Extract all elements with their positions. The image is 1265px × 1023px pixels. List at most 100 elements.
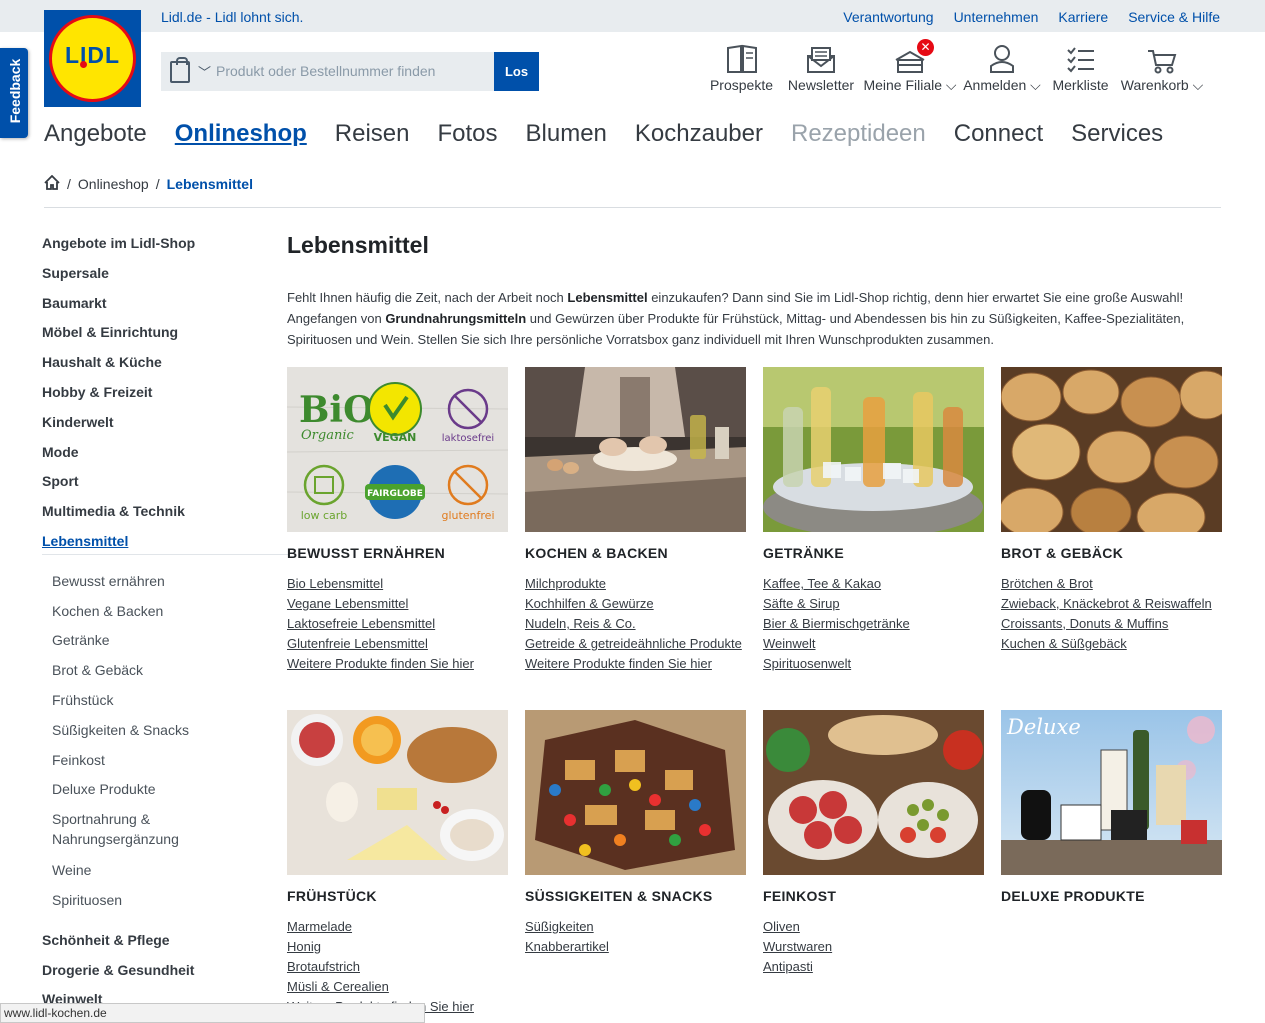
- top-link-karriere[interactable]: Karriere: [1058, 9, 1108, 25]
- shopping-bag-icon[interactable]: [170, 57, 190, 83]
- sidebar-item-multimedia[interactable]: Multimedia & Technik: [42, 501, 258, 531]
- list-item: Milchprodukte: [525, 574, 746, 594]
- sidebar-item-hobby[interactable]: Hobby & Freizeit: [42, 382, 258, 412]
- sidebar-item-baumarkt[interactable]: Baumarkt: [42, 293, 258, 323]
- sidebar-sub-weine[interactable]: Weine: [52, 860, 258, 890]
- drinks-image[interactable]: [763, 367, 984, 532]
- search-input[interactable]: [216, 56, 486, 86]
- anmelden-button[interactable]: Anmelden ⌵: [961, 40, 1043, 94]
- category-link[interactable]: Spirituosenwelt: [763, 656, 851, 671]
- category-link[interactable]: Bio Lebensmittel: [287, 576, 383, 591]
- category-link[interactable]: Säfte & Sirup: [763, 596, 840, 611]
- sidebar-sub-kochen[interactable]: Kochen & Backen: [52, 601, 258, 631]
- category-title: DELUXE PRODUKTE: [1001, 888, 1145, 904]
- sidebar-item-mode[interactable]: Mode: [42, 442, 258, 472]
- nav-reisen[interactable]: Reisen: [335, 120, 410, 148]
- list-item: Knabberartikel: [525, 937, 746, 957]
- sidebar-sub-sportnahrung[interactable]: Sportnahrung & Nahrungsergänzung: [52, 809, 192, 860]
- lidl-logo[interactable]: LIDL: [44, 10, 141, 107]
- category-link[interactable]: Milchprodukte: [525, 576, 606, 591]
- category-link[interactable]: Brötchen & Brot: [1001, 576, 1093, 591]
- category-link[interactable]: Marmelade: [287, 919, 352, 934]
- category-link[interactable]: Glutenfreie Lebensmittel: [287, 636, 428, 651]
- breadcrumb-onlineshop[interactable]: Onlineshop: [78, 176, 149, 192]
- baking-image[interactable]: [525, 367, 746, 532]
- nav-onlineshop[interactable]: Onlineshop: [175, 120, 307, 148]
- nav-angebote[interactable]: Angebote: [44, 120, 147, 148]
- category-link[interactable]: Süßigkeiten: [525, 919, 594, 934]
- category-title: SÜSSIGKEITEN & SNACKS: [525, 888, 713, 904]
- diet-labels-image[interactable]: BiO Organic VEGAN laktosefrei low carb F…: [287, 367, 508, 532]
- sidebar-item-schoenheit[interactable]: Schönheit & Pflege: [42, 930, 258, 960]
- home-icon[interactable]: [44, 174, 60, 193]
- list-item: Nudeln, Reis & Co.: [525, 614, 746, 634]
- chevron-down-icon[interactable]: ﹀: [198, 62, 211, 81]
- sidebar-sub-suessigkeiten[interactable]: Süßigkeiten & Snacks: [52, 720, 258, 750]
- nav-blumen[interactable]: Blumen: [526, 120, 607, 148]
- sidebar-item-supersale[interactable]: Supersale: [42, 263, 258, 293]
- bread-image[interactable]: [1001, 367, 1222, 532]
- meine-filiale-button[interactable]: ✕ Meine Filiale ⌵: [859, 39, 961, 94]
- nav-fotos[interactable]: Fotos: [437, 120, 497, 148]
- sidebar-item-moebel[interactable]: Möbel & Einrichtung: [42, 322, 258, 352]
- prospekte-button[interactable]: Prospekte: [700, 40, 783, 94]
- category-link[interactable]: Bier & Biermischgetränke: [763, 616, 910, 631]
- nav-connect[interactable]: Connect: [954, 120, 1043, 148]
- category-link[interactable]: Zwieback, Knäckebrot & Reiswaffeln: [1001, 596, 1212, 611]
- sidebar-item-drogerie[interactable]: Drogerie & Gesundheit: [42, 960, 258, 990]
- warenkorb-button[interactable]: Warenkorb ⌵: [1118, 40, 1206, 94]
- category-link[interactable]: Nudeln, Reis & Co.: [525, 616, 636, 631]
- breakfast-image[interactable]: [287, 710, 508, 875]
- sidebar-sub-spirituosen[interactable]: Spirituosen: [52, 890, 258, 920]
- deli-image[interactable]: [763, 710, 984, 875]
- sweets-image[interactable]: [525, 710, 746, 875]
- category-link[interactable]: Laktosefreie Lebensmittel: [287, 616, 435, 631]
- sidebar-sub-getraenke[interactable]: Getränke: [52, 630, 258, 660]
- top-link-unternehmen[interactable]: Unternehmen: [954, 9, 1039, 25]
- category-link[interactable]: Wurstwaren: [763, 939, 832, 954]
- category-link[interactable]: Antipasti: [763, 959, 813, 974]
- newsletter-button[interactable]: Newsletter: [783, 40, 859, 94]
- category-link[interactable]: Honig: [287, 939, 321, 954]
- top-link-service[interactable]: Service & Hilfe: [1128, 9, 1220, 25]
- nav-rezeptideen[interactable]: Rezeptideen: [791, 120, 926, 148]
- sidebar-item-haushalt[interactable]: Haushalt & Küche: [42, 352, 258, 382]
- sidebar-item-sport[interactable]: Sport: [42, 471, 258, 501]
- category-link[interactable]: Kuchen & Süßgebäck: [1001, 636, 1127, 651]
- merkliste-button[interactable]: Merkliste: [1043, 40, 1118, 94]
- nav-kochzauber[interactable]: Kochzauber: [635, 120, 763, 148]
- top-link-verantwortung[interactable]: Verantwortung: [843, 9, 933, 25]
- category-link[interactable]: Weinwelt: [763, 636, 816, 651]
- category-link[interactable]: Weitere Produkte finden Sie hier: [287, 656, 474, 671]
- category-link[interactable]: Müsli & Cerealien: [287, 979, 389, 994]
- category-link[interactable]: Weitere Produkte finden Sie hier: [525, 656, 712, 671]
- sidebar-item-lebensmittel[interactable]: Lebensmittel: [42, 531, 258, 561]
- category-link[interactable]: Vegane Lebensmittel: [287, 596, 408, 611]
- sidebar-sub-fruehstueck[interactable]: Frühstück: [52, 690, 258, 720]
- list-item: Antipasti: [763, 957, 984, 977]
- sidebar-item-angebote[interactable]: Angebote im Lidl-Shop: [42, 233, 258, 263]
- sidebar-sub-bewusst[interactable]: Bewusst ernähren: [52, 571, 258, 601]
- header-divider: [44, 207, 1221, 208]
- sidebar-sub-feinkost[interactable]: Feinkost: [52, 750, 258, 780]
- sidebar-sub-deluxe[interactable]: Deluxe Produkte: [52, 779, 258, 809]
- list-item: Vegane Lebensmittel: [287, 594, 508, 614]
- top-bar: Lidl.de - Lidl lohnt sich. Verantwortung…: [0, 0, 1265, 32]
- category-link[interactable]: Knabberartikel: [525, 939, 609, 954]
- category-link[interactable]: Oliven: [763, 919, 800, 934]
- list-item: Oliven: [763, 917, 984, 937]
- search-button[interactable]: Los: [494, 52, 539, 91]
- sidebar-sub-brot[interactable]: Brot & Gebäck: [52, 660, 258, 690]
- category-title: GETRÄNKE: [763, 545, 844, 561]
- nav-services[interactable]: Services: [1071, 120, 1163, 148]
- feedback-tab[interactable]: Feedback: [0, 48, 28, 138]
- category-link[interactable]: Kochhilfen & Gewürze: [525, 596, 654, 611]
- category-link[interactable]: Brotaufstrich: [287, 959, 360, 974]
- deluxe-image[interactable]: Deluxe: [1001, 710, 1222, 875]
- header-actions: Prospekte Newsletter ✕ Meine Filiale ⌵ A…: [700, 39, 1206, 94]
- category-link[interactable]: Getreide & getreideähnliche Produkte: [525, 636, 742, 651]
- category-link[interactable]: Croissants, Donuts & Muffins: [1001, 616, 1168, 631]
- category-links: Bio Lebensmittel Vegane Lebensmittel Lak…: [287, 574, 508, 674]
- sidebar-item-kinderwelt[interactable]: Kinderwelt: [42, 412, 258, 442]
- category-link[interactable]: Kaffee, Tee & Kakao: [763, 576, 881, 591]
